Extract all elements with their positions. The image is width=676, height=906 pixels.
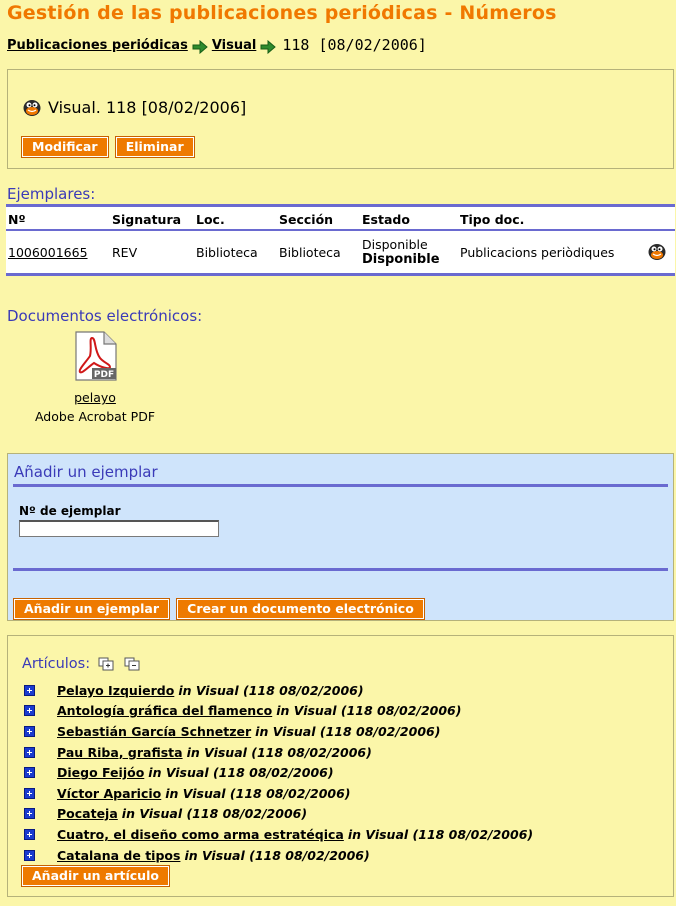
article-link[interactable]: Cuatro, el diseño como arma estratéqica	[57, 827, 344, 842]
collapse-all-icon[interactable]	[124, 657, 140, 671]
column-header: Nº	[6, 205, 110, 231]
column-header: Estado	[360, 205, 458, 231]
breadcrumb: Publicaciones periódicas Visual 118 [08/…	[7, 36, 427, 54]
page-title: Gestión de las publicaciones periódicas …	[7, 2, 557, 24]
articles-header: Artículos:	[22, 656, 140, 672]
copy-number-input[interactable]	[19, 520, 219, 537]
column-header: Sección	[277, 205, 360, 231]
article-link[interactable]: Víctor Aparicio	[57, 786, 161, 801]
electronic-docs-heading: Documentos electrónicos:	[7, 307, 203, 325]
estado-detail: Disponible	[362, 252, 440, 267]
copy-number-label: Nº de ejemplar	[19, 504, 121, 518]
article-source: in Visual (118 08/02/2006)	[178, 682, 364, 698]
add-article-button[interactable]: Añadir un artículo	[22, 866, 169, 886]
expand-plus-icon[interactable]	[24, 767, 35, 779]
column-header: Tipo doc.	[458, 205, 645, 231]
article-source: in Visual (118 08/02/2006)	[276, 703, 462, 719]
signatura-cell: REV	[112, 244, 138, 260]
electronic-doc-type: Adobe Acrobat PDF	[34, 409, 156, 424]
list-item: Catalana de tipos in Visual (118 08/02/20…	[24, 845, 533, 866]
article-link[interactable]: Antología gráfica del flamenco	[57, 703, 272, 718]
article-source: in Visual (118 08/02/2006)	[186, 744, 372, 760]
copies-heading: Ejemplares:	[7, 185, 96, 203]
add-copy-panel: Añadir un ejemplar Nº de ejemplar Añadir…	[7, 453, 674, 621]
breadcrumb-link-publicaciones[interactable]: Publicaciones periódicas	[7, 38, 188, 53]
articles-heading: Artículos:	[22, 656, 91, 672]
loc-cell: Biblioteca	[196, 244, 258, 260]
article-source: in Visual (118 08/02/2006)	[255, 723, 441, 739]
articles-list: Pelayo Izquierdo in Visual (118 08/02/200…	[24, 680, 533, 865]
list-item: Diego Feijóo in Visual (118 08/02/2006)	[24, 762, 533, 783]
articles-panel: Artículos: Pelayo Izquierdo in Visual (11…	[7, 635, 674, 897]
article-source: in Visual (118 08/02/2006)	[165, 785, 351, 801]
expand-plus-icon[interactable]	[24, 849, 35, 861]
list-item: Sebastián García Schnetzer in Visual (118…	[24, 721, 533, 742]
estado-cell: Disponible Disponible	[360, 230, 458, 275]
delete-button[interactable]: Eliminar	[115, 137, 194, 157]
article-source: in Visual (118 08/02/2006)	[148, 765, 334, 781]
breadcrumb-current: 118 [08/02/2006]	[282, 36, 427, 54]
arrow-right-icon	[260, 40, 277, 54]
list-item: Pocateja in Visual (118 08/02/2006)	[24, 804, 533, 825]
record-header: Visual. 118 [08/02/2006]	[22, 97, 246, 117]
copy-number-link[interactable]: 1006001665	[8, 245, 88, 260]
divider	[13, 484, 668, 487]
record-panel: Visual. 118 [08/02/2006] Modificar Elimi…	[7, 69, 674, 169]
expand-plus-icon[interactable]	[24, 746, 35, 758]
list-item: Cuatro, el diseño como arma estratéqica i…	[24, 824, 533, 845]
article-link[interactable]: Pocateja	[57, 806, 118, 821]
tipo-doc-cell: Publicacions periòdiques	[460, 244, 615, 260]
seccion-cell: Biblioteca	[279, 244, 341, 260]
pdf-file-icon[interactable]: PDF	[70, 330, 120, 382]
mascot-icon	[23, 100, 41, 116]
article-link[interactable]: Sebastián García Schnetzer	[57, 724, 251, 739]
pdf-icon-label: PDF	[94, 370, 114, 380]
article-link[interactable]: Pelayo Izquierdo	[57, 683, 174, 698]
column-header-empty	[645, 205, 675, 231]
create-electronic-doc-button[interactable]: Crear un documento electrónico	[177, 599, 424, 619]
article-source: in Visual (118 08/02/2006)	[347, 826, 534, 842]
expand-plus-icon[interactable]	[24, 684, 35, 696]
list-item: Pelayo Izquierdo in Visual (118 08/02/200…	[24, 680, 533, 701]
add-copy-button[interactable]: Añadir un ejemplar	[14, 599, 170, 619]
expand-plus-icon[interactable]	[24, 705, 35, 717]
list-item: Pau Riba, grafista in Visual (118 08/02/2…	[24, 742, 533, 763]
article-link[interactable]: Catalana de tipos	[57, 848, 180, 863]
expand-plus-icon[interactable]	[24, 808, 35, 820]
list-item: Víctor Aparicio in Visual (118 08/02/2006…	[24, 783, 533, 804]
expand-plus-icon[interactable]	[24, 787, 35, 799]
add-copy-heading: Añadir un ejemplar	[14, 463, 158, 481]
breadcrumb-link-visual[interactable]: Visual	[212, 38, 257, 53]
record-title: Visual. 118 [08/02/2006]	[48, 97, 247, 117]
article-source: in Visual (118 08/02/2006)	[184, 847, 370, 863]
list-item: Antología gráfica del flamenco in Visual …	[24, 701, 533, 722]
table-row: 1006001665 REV Biblioteca Biblioteca Dis…	[6, 230, 675, 275]
mascot-cell	[645, 230, 675, 275]
divider	[13, 568, 668, 571]
estado-label: Disponible	[362, 237, 428, 252]
copies-table: Nº Signatura Loc. Sección Estado Tipo do…	[6, 204, 675, 276]
article-link[interactable]: Diego Feijóo	[57, 765, 144, 780]
article-source: in Visual (118 08/02/2006)	[121, 806, 308, 822]
modify-button[interactable]: Modificar	[22, 137, 108, 157]
column-header: Signatura	[110, 205, 194, 231]
article-link[interactable]: Pau Riba, grafista	[57, 745, 183, 760]
column-header: Loc.	[194, 205, 277, 231]
expand-plus-icon[interactable]	[24, 725, 35, 737]
mascot-icon[interactable]	[647, 241, 667, 261]
expand-all-icon[interactable]	[98, 657, 114, 671]
arrow-right-icon	[192, 40, 208, 54]
expand-plus-icon[interactable]	[24, 828, 35, 840]
electronic-doc-link[interactable]: pelayo	[28, 390, 162, 405]
electronic-doc-item: PDF pelayo Adobe Acrobat PDF	[28, 330, 162, 424]
